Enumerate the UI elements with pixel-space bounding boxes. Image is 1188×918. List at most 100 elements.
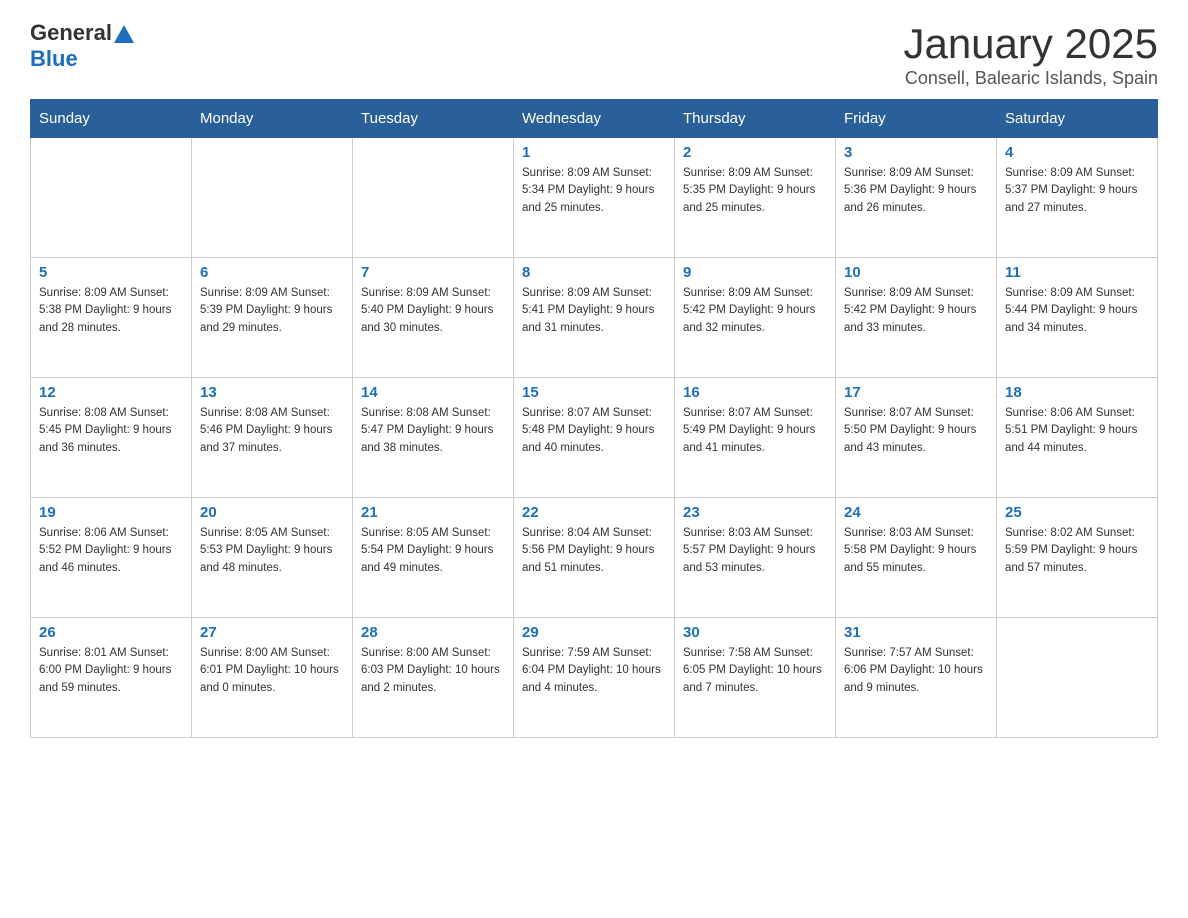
calendar-cell-w2-d5: 9 Sunrise: 8:09 AM Sunset: 5:42 PM Daylig… — [675, 258, 836, 378]
day-number: 4 — [1005, 144, 1149, 161]
day-info: Sunrise: 7:59 AM Sunset: 6:04 PM Dayligh… — [522, 645, 666, 697]
day-info: Sunrise: 8:09 AM Sunset: 5:41 PM Dayligh… — [522, 285, 666, 337]
calendar-cell-w3-d7: 18 Sunrise: 8:06 AM Sunset: 5:51 PM Dayli… — [997, 378, 1158, 498]
calendar-cell-w4-d4: 22Sunrise: 8:04 AM Sunset: 5:56 PM Dayli… — [514, 498, 675, 618]
day-number: 27 — [200, 624, 344, 641]
day-info: Sunrise: 8:08 AM Sunset: 5:46 PM Dayligh… — [200, 405, 344, 457]
calendar-cell-w1-d1 — [31, 138, 192, 258]
calendar-cell-w4-d2: 20 Sunrise: 8:05 AM Sunset: 5:53 PM Dayli… — [192, 498, 353, 618]
day-info: Sunrise: 8:02 AM Sunset: 5:59 PM Dayligh… — [1005, 525, 1149, 577]
calendar-header-row: Sunday Monday Tuesday Wednesday Thursday… — [31, 100, 1158, 138]
day-info: Sunrise: 8:07 AM Sunset: 5:49 PM Dayligh… — [683, 405, 827, 457]
day-number: 11 — [1005, 264, 1149, 281]
day-info: Sunrise: 8:09 AM Sunset: 5:40 PM Dayligh… — [361, 285, 505, 337]
calendar-cell-w5-d4: 29 Sunrise: 7:59 AM Sunset: 6:04 PM Dayli… — [514, 618, 675, 738]
day-info: Sunrise: 8:09 AM Sunset: 5:36 PM Dayligh… — [844, 165, 988, 217]
day-number: 7 — [361, 264, 505, 281]
logo-general-text: General — [30, 20, 112, 46]
day-info: Sunrise: 8:08 AM Sunset: 5:45 PM Dayligh… — [39, 405, 183, 457]
logo-triangle-icon — [114, 25, 134, 43]
calendar-cell-w1-d5: 2Sunrise: 8:09 AM Sunset: 5:35 PM Daylig… — [675, 138, 836, 258]
day-number: 20 — [200, 504, 344, 521]
day-number: 14 — [361, 384, 505, 401]
day-info: Sunrise: 8:03 AM Sunset: 5:57 PM Dayligh… — [683, 525, 827, 577]
day-number: 12 — [39, 384, 183, 401]
calendar-cell-w5-d2: 27 Sunrise: 8:00 AM Sunset: 6:01 PM Dayli… — [192, 618, 353, 738]
calendar-cell-w1-d7: 4 Sunrise: 8:09 AM Sunset: 5:37 PM Daylig… — [997, 138, 1158, 258]
day-number: 5 — [39, 264, 183, 281]
day-info: Sunrise: 8:09 AM Sunset: 5:37 PM Dayligh… — [1005, 165, 1149, 217]
calendar-week-4: 19 Sunrise: 8:06 AM Sunset: 5:52 PM Dayli… — [31, 498, 1158, 618]
day-number: 15 — [522, 384, 666, 401]
col-wednesday: Wednesday — [514, 100, 675, 138]
calendar-cell-w1-d2 — [192, 138, 353, 258]
day-info: Sunrise: 8:09 AM Sunset: 5:39 PM Dayligh… — [200, 285, 344, 337]
page-title: January 2025 — [903, 20, 1158, 68]
calendar-cell-w4-d1: 19 Sunrise: 8:06 AM Sunset: 5:52 PM Dayli… — [31, 498, 192, 618]
calendar-cell-w2-d3: 7 Sunrise: 8:09 AM Sunset: 5:40 PM Daylig… — [353, 258, 514, 378]
calendar-table: Sunday Monday Tuesday Wednesday Thursday… — [30, 99, 1158, 738]
calendar-cell-w3-d5: 16 Sunrise: 8:07 AM Sunset: 5:49 PM Dayli… — [675, 378, 836, 498]
day-info: Sunrise: 8:09 AM Sunset: 5:38 PM Dayligh… — [39, 285, 183, 337]
day-info: Sunrise: 8:03 AM Sunset: 5:58 PM Dayligh… — [844, 525, 988, 577]
day-number: 8 — [522, 264, 666, 281]
day-number: 28 — [361, 624, 505, 641]
day-number: 29 — [522, 624, 666, 641]
logo: General Blue — [30, 20, 134, 72]
calendar-week-3: 12 Sunrise: 8:08 AM Sunset: 5:45 PM Dayli… — [31, 378, 1158, 498]
calendar-cell-w4-d7: 25Sunrise: 8:02 AM Sunset: 5:59 PM Dayli… — [997, 498, 1158, 618]
day-info: Sunrise: 7:57 AM Sunset: 6:06 PM Dayligh… — [844, 645, 988, 697]
day-info: Sunrise: 8:01 AM Sunset: 6:00 PM Dayligh… — [39, 645, 183, 697]
calendar-cell-w3-d6: 17Sunrise: 8:07 AM Sunset: 5:50 PM Dayli… — [836, 378, 997, 498]
col-friday: Friday — [836, 100, 997, 138]
day-number: 21 — [361, 504, 505, 521]
day-info: Sunrise: 8:09 AM Sunset: 5:44 PM Dayligh… — [1005, 285, 1149, 337]
calendar-cell-w2-d1: 5 Sunrise: 8:09 AM Sunset: 5:38 PM Daylig… — [31, 258, 192, 378]
calendar-cell-w5-d7 — [997, 618, 1158, 738]
day-info: Sunrise: 8:06 AM Sunset: 5:52 PM Dayligh… — [39, 525, 183, 577]
day-number: 19 — [39, 504, 183, 521]
day-number: 10 — [844, 264, 988, 281]
calendar-cell-w1-d4: 1 Sunrise: 8:09 AM Sunset: 5:34 PM Daylig… — [514, 138, 675, 258]
logo-blue-text: Blue — [30, 46, 78, 72]
day-number: 3 — [844, 144, 988, 161]
calendar-cell-w3-d4: 15 Sunrise: 8:07 AM Sunset: 5:48 PM Dayli… — [514, 378, 675, 498]
day-number: 6 — [200, 264, 344, 281]
day-info: Sunrise: 8:00 AM Sunset: 6:01 PM Dayligh… — [200, 645, 344, 697]
day-info: Sunrise: 8:05 AM Sunset: 5:53 PM Dayligh… — [200, 525, 344, 577]
calendar-cell-w2-d6: 10 Sunrise: 8:09 AM Sunset: 5:42 PM Dayli… — [836, 258, 997, 378]
calendar-cell-w2-d4: 8 Sunrise: 8:09 AM Sunset: 5:41 PM Daylig… — [514, 258, 675, 378]
day-info: Sunrise: 8:09 AM Sunset: 5:42 PM Dayligh… — [683, 285, 827, 337]
calendar-week-1: 1 Sunrise: 8:09 AM Sunset: 5:34 PM Daylig… — [31, 138, 1158, 258]
day-number: 18 — [1005, 384, 1149, 401]
day-number: 2 — [683, 144, 827, 161]
calendar-cell-w4-d5: 23 Sunrise: 8:03 AM Sunset: 5:57 PM Dayli… — [675, 498, 836, 618]
col-sunday: Sunday — [31, 100, 192, 138]
calendar-cell-w5-d1: 26Sunrise: 8:01 AM Sunset: 6:00 PM Dayli… — [31, 618, 192, 738]
day-number: 24 — [844, 504, 988, 521]
col-tuesday: Tuesday — [353, 100, 514, 138]
day-number: 16 — [683, 384, 827, 401]
calendar-cell-w4-d3: 21 Sunrise: 8:05 AM Sunset: 5:54 PM Dayli… — [353, 498, 514, 618]
day-info: Sunrise: 8:09 AM Sunset: 5:34 PM Dayligh… — [522, 165, 666, 217]
col-saturday: Saturday — [997, 100, 1158, 138]
day-info: Sunrise: 8:05 AM Sunset: 5:54 PM Dayligh… — [361, 525, 505, 577]
day-number: 23 — [683, 504, 827, 521]
calendar-cell-w3-d2: 13 Sunrise: 8:08 AM Sunset: 5:46 PM Dayli… — [192, 378, 353, 498]
day-number: 9 — [683, 264, 827, 281]
page-subtitle: Consell, Balearic Islands, Spain — [903, 68, 1158, 89]
col-monday: Monday — [192, 100, 353, 138]
calendar-cell-w3-d1: 12 Sunrise: 8:08 AM Sunset: 5:45 PM Dayli… — [31, 378, 192, 498]
day-number: 22 — [522, 504, 666, 521]
calendar-cell-w5-d5: 30Sunrise: 7:58 AM Sunset: 6:05 PM Dayli… — [675, 618, 836, 738]
calendar-cell-w4-d6: 24 Sunrise: 8:03 AM Sunset: 5:58 PM Dayli… — [836, 498, 997, 618]
day-info: Sunrise: 8:07 AM Sunset: 5:48 PM Dayligh… — [522, 405, 666, 457]
page-header: General Blue January 2025 Consell, Balea… — [30, 20, 1158, 89]
day-info: Sunrise: 8:07 AM Sunset: 5:50 PM Dayligh… — [844, 405, 988, 457]
day-number: 13 — [200, 384, 344, 401]
calendar-cell-w5-d3: 28Sunrise: 8:00 AM Sunset: 6:03 PM Dayli… — [353, 618, 514, 738]
day-info: Sunrise: 8:09 AM Sunset: 5:42 PM Dayligh… — [844, 285, 988, 337]
day-info: Sunrise: 8:06 AM Sunset: 5:51 PM Dayligh… — [1005, 405, 1149, 457]
day-info: Sunrise: 8:08 AM Sunset: 5:47 PM Dayligh… — [361, 405, 505, 457]
day-number: 1 — [522, 144, 666, 161]
